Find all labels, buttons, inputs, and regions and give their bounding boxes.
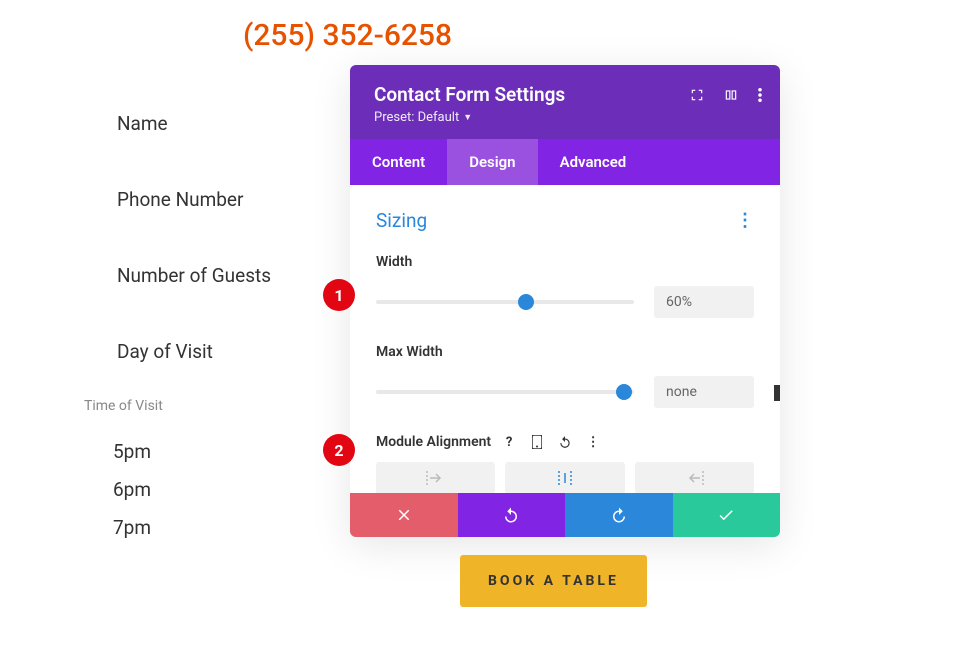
width-label: Width xyxy=(376,254,754,270)
columns-icon[interactable] xyxy=(724,87,738,106)
settings-modal: Contact Form Settings Preset: Default ▼ … xyxy=(350,65,780,537)
align-right-button[interactable] xyxy=(635,462,754,494)
align-left-button[interactable] xyxy=(376,462,495,494)
tab-design[interactable]: Design xyxy=(447,139,537,185)
slider-thumb[interactable] xyxy=(518,294,534,310)
max-width-value-input[interactable]: none xyxy=(654,376,754,408)
field-label-name[interactable]: Name xyxy=(117,112,168,135)
panel-title[interactable]: Sizing xyxy=(376,209,427,232)
options-kebab-icon[interactable]: ⋮ xyxy=(585,434,601,450)
width-value-input[interactable]: 60% xyxy=(654,286,754,318)
help-icon[interactable]: ? xyxy=(501,434,517,450)
undo-button[interactable] xyxy=(458,493,566,537)
preset-dropdown[interactable]: Preset: Default ▼ xyxy=(374,110,756,125)
phone-icon[interactable] xyxy=(529,434,545,450)
control-width: Width 60% xyxy=(376,254,754,318)
expand-icon[interactable] xyxy=(690,87,704,106)
field-label-guests[interactable]: Number of Guests xyxy=(117,264,271,287)
phone-number: (255) 352-6258 xyxy=(243,18,452,53)
preset-label: Preset: Default xyxy=(374,110,459,125)
caret-down-icon: ▼ xyxy=(463,112,472,123)
alignment-label: Module Alignment xyxy=(376,434,491,450)
annotation-badge-2: 2 xyxy=(323,434,355,466)
resize-handle[interactable] xyxy=(774,385,780,401)
width-slider[interactable] xyxy=(376,300,634,304)
align-center-button[interactable] xyxy=(505,462,624,494)
kebab-menu-icon[interactable] xyxy=(758,87,762,106)
modal-tabs: Content Design Advanced xyxy=(350,139,780,185)
time-option[interactable]: 6pm xyxy=(113,478,151,501)
book-table-button[interactable]: BOOK A TABLE xyxy=(460,555,647,607)
field-label-phone[interactable]: Phone Number xyxy=(117,188,243,211)
time-option[interactable]: 7pm xyxy=(113,516,151,539)
tab-content[interactable]: Content xyxy=(350,139,447,185)
slider-thumb[interactable] xyxy=(616,384,632,400)
field-label-day[interactable]: Day of Visit xyxy=(117,340,213,363)
max-width-label: Max Width xyxy=(376,344,754,360)
reset-icon[interactable] xyxy=(557,434,573,450)
time-option[interactable]: 5pm xyxy=(113,440,151,463)
panel-menu-icon[interactable]: ⋮ xyxy=(736,210,754,231)
modal-header: Contact Form Settings Preset: Default ▼ xyxy=(350,65,780,139)
save-button[interactable] xyxy=(673,493,781,537)
section-label-time: Time of Visit xyxy=(84,398,163,414)
redo-button[interactable] xyxy=(565,493,673,537)
max-width-slider[interactable] xyxy=(376,390,634,394)
cancel-button[interactable] xyxy=(350,493,458,537)
control-max-width: Max Width none xyxy=(376,344,754,408)
tab-advanced[interactable]: Advanced xyxy=(538,139,649,185)
modal-footer xyxy=(350,493,780,537)
annotation-badge-1: 1 xyxy=(323,279,355,311)
panel-sizing: Sizing ⋮ Width 60% Max Width none xyxy=(350,185,780,530)
control-alignment: Module Alignment ? ⋮ xyxy=(376,434,754,494)
